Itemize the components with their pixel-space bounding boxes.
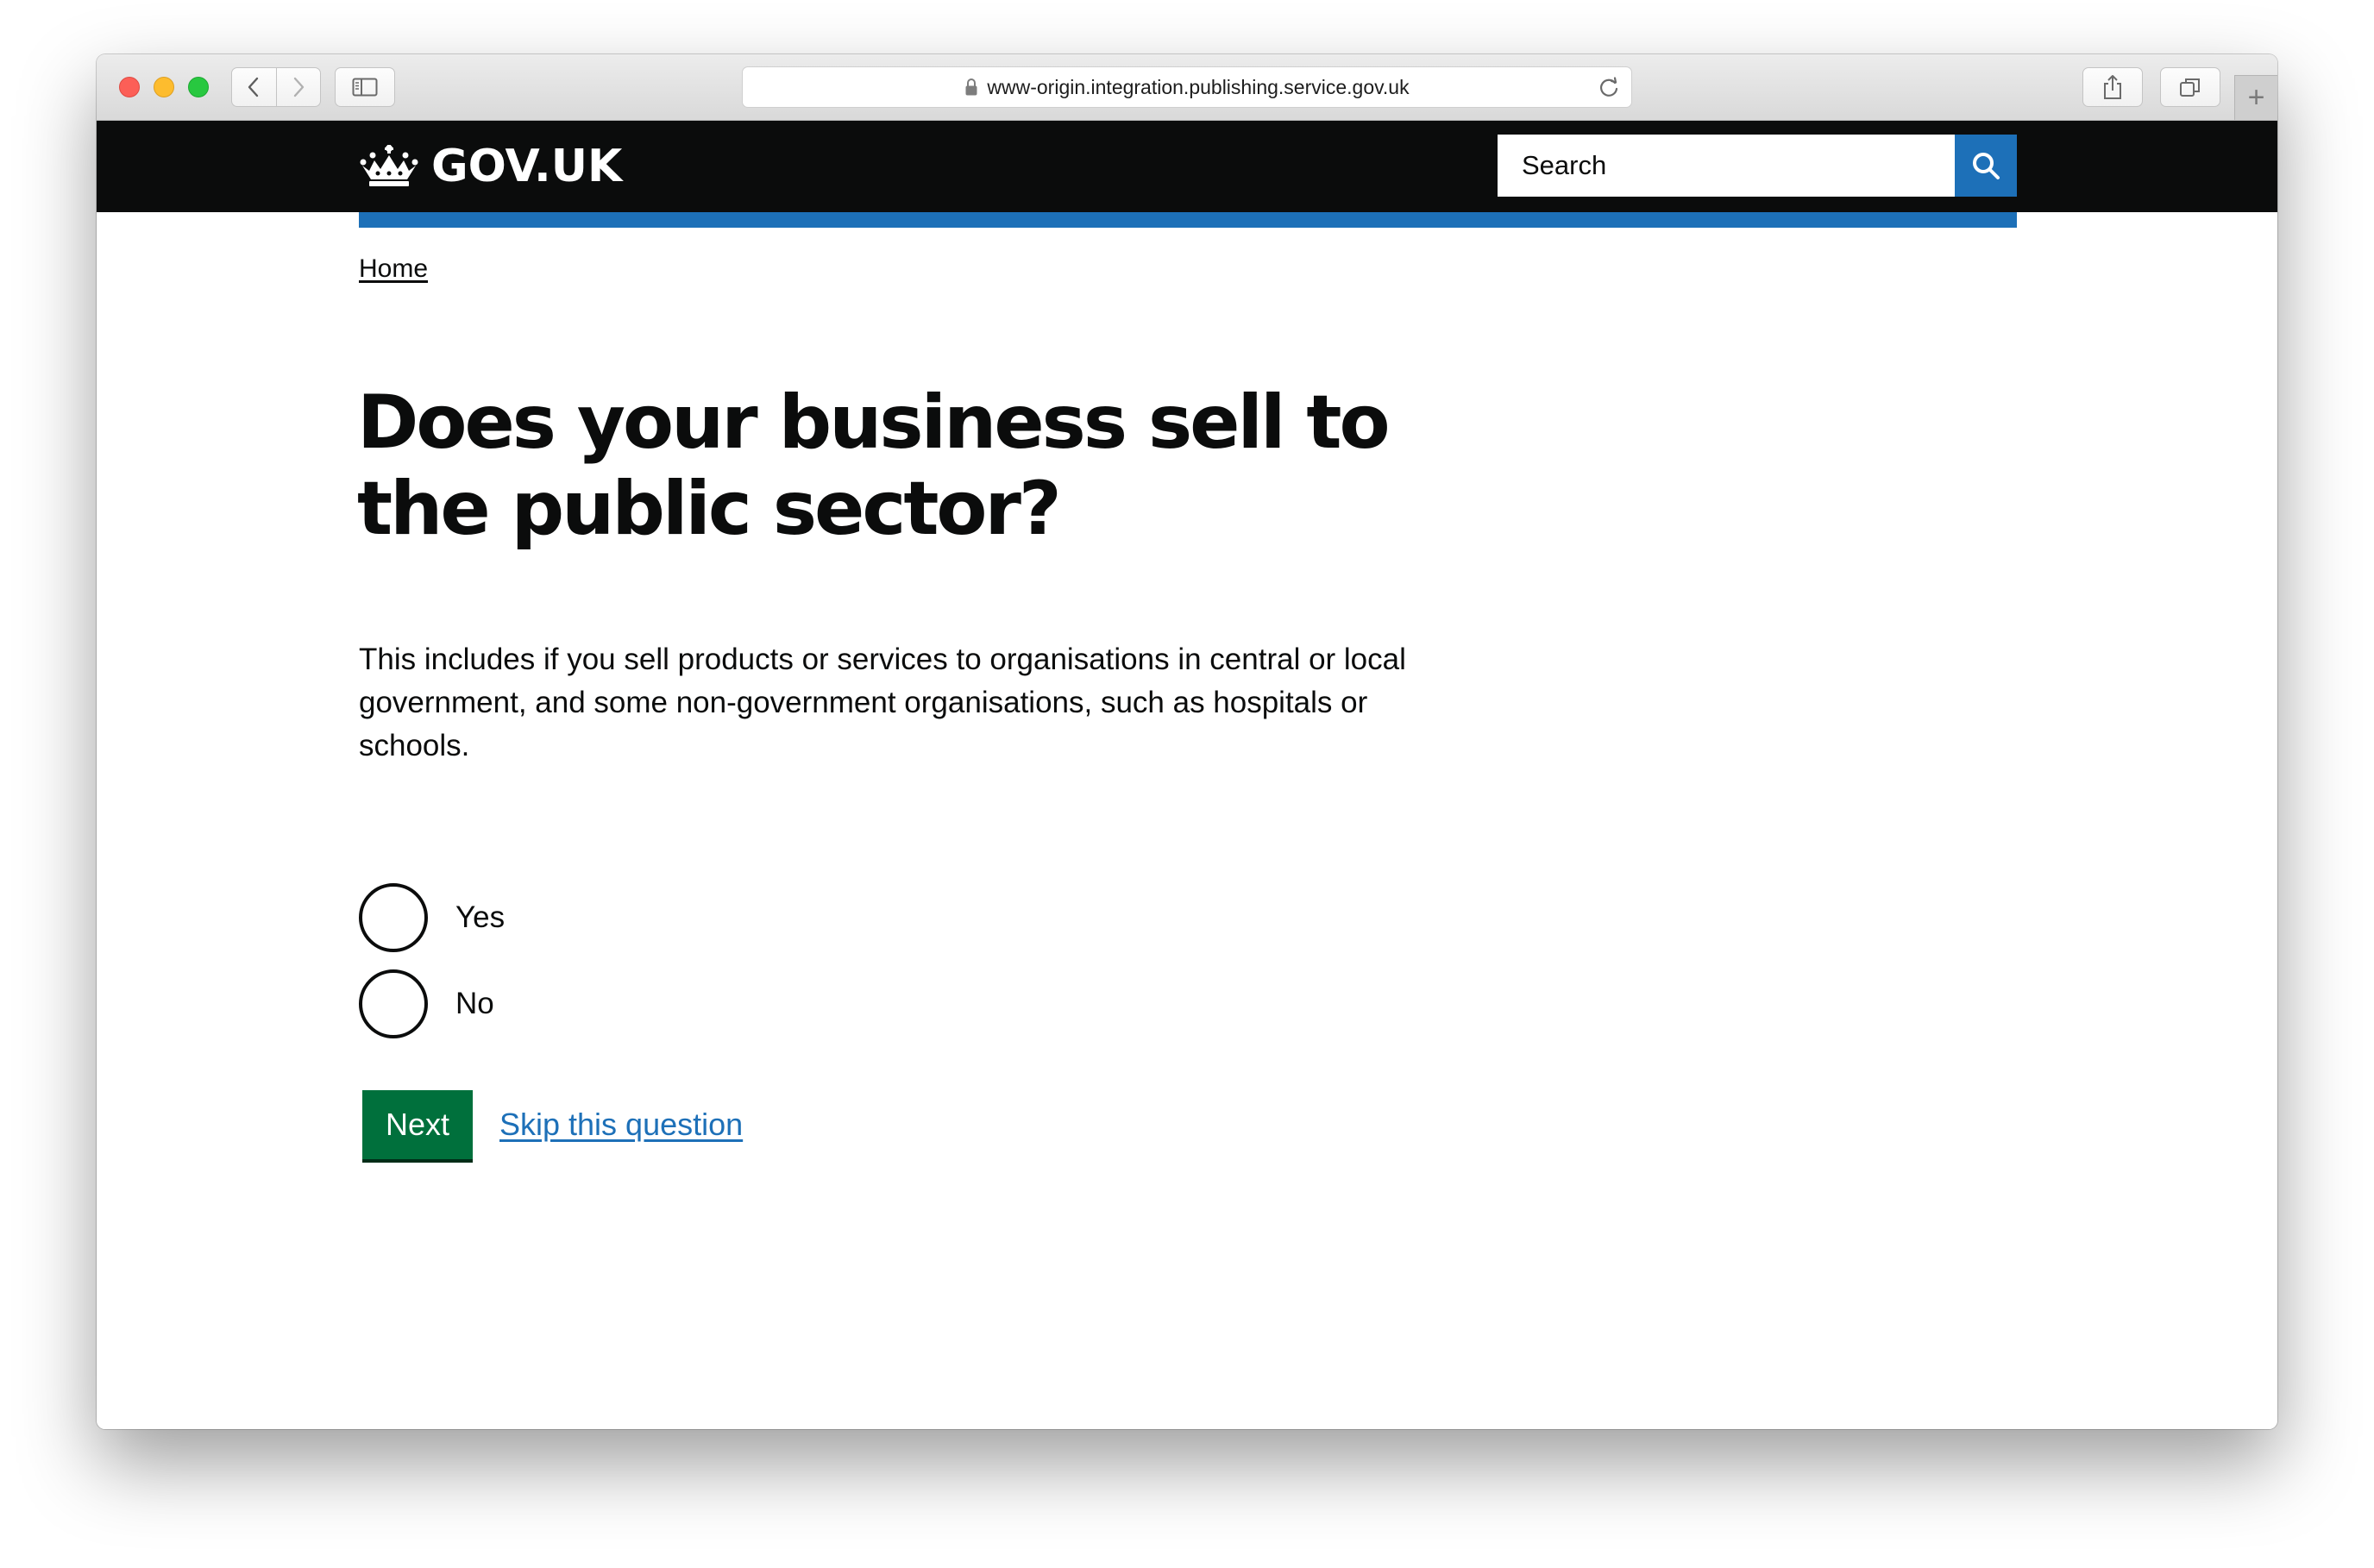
web-page: GOV.UK Home Does your business sell to t… <box>97 121 2277 1429</box>
share-button[interactable] <box>2082 67 2143 107</box>
question-hint: This includes if you sell products or se… <box>359 643 1406 762</box>
header-blue-bar <box>359 212 2017 228</box>
govuk-header: GOV.UK <box>97 121 2277 212</box>
close-window-button[interactable] <box>119 77 140 97</box>
govuk-wordmark: GOV.UK <box>431 141 623 192</box>
govuk-logo-link[interactable]: GOV.UK <box>359 138 622 195</box>
address-bar[interactable]: www-origin.integration.publishing.servic… <box>742 66 1632 108</box>
radio-label-yes[interactable]: Yes <box>455 900 505 935</box>
radio-option-no[interactable]: No <box>359 969 494 1038</box>
search-button[interactable] <box>1955 135 2017 197</box>
radio-option-yes[interactable]: Yes <box>359 883 505 952</box>
plus-icon: + <box>2247 81 2265 114</box>
chevron-left-icon <box>248 77 259 97</box>
crown-icon <box>360 145 418 186</box>
sidebar-icon <box>352 78 378 97</box>
maximize-window-button[interactable] <box>188 77 209 97</box>
back-button[interactable] <box>232 68 276 106</box>
radio-label-no[interactable]: No <box>455 987 494 1021</box>
page-title: Does your business sell to the public se… <box>357 379 1391 552</box>
next-button[interactable]: Next <box>362 1090 473 1159</box>
minimize-window-button[interactable] <box>154 77 174 97</box>
share-icon <box>2104 75 2121 99</box>
sidebar-toggle-button[interactable] <box>335 67 395 107</box>
tab-overview-button[interactable] <box>2160 67 2220 107</box>
forward-button[interactable] <box>275 68 321 106</box>
reload-icon[interactable] <box>1597 76 1621 100</box>
history-navigation <box>231 67 321 107</box>
url-text: www-origin.integration.publishing.servic… <box>987 75 1410 98</box>
search-icon <box>1973 153 2000 179</box>
browser-toolbar: www-origin.integration.publishing.servic… <box>97 54 2277 121</box>
breadcrumb-home-link[interactable]: Home <box>359 254 428 284</box>
browser-window: www-origin.integration.publishing.servic… <box>97 54 2277 1429</box>
chevron-right-icon <box>293 77 304 97</box>
new-tab-button[interactable]: + <box>2234 75 2277 120</box>
lock-icon <box>965 78 977 96</box>
tabs-icon <box>2180 78 2200 97</box>
skip-question-link[interactable]: Skip this question <box>499 1107 743 1143</box>
radio-button-yes[interactable] <box>359 883 428 952</box>
search-input[interactable] <box>1498 135 1955 197</box>
url-display: www-origin.integration.publishing.servic… <box>743 67 1631 107</box>
radio-button-no[interactable] <box>359 969 428 1038</box>
